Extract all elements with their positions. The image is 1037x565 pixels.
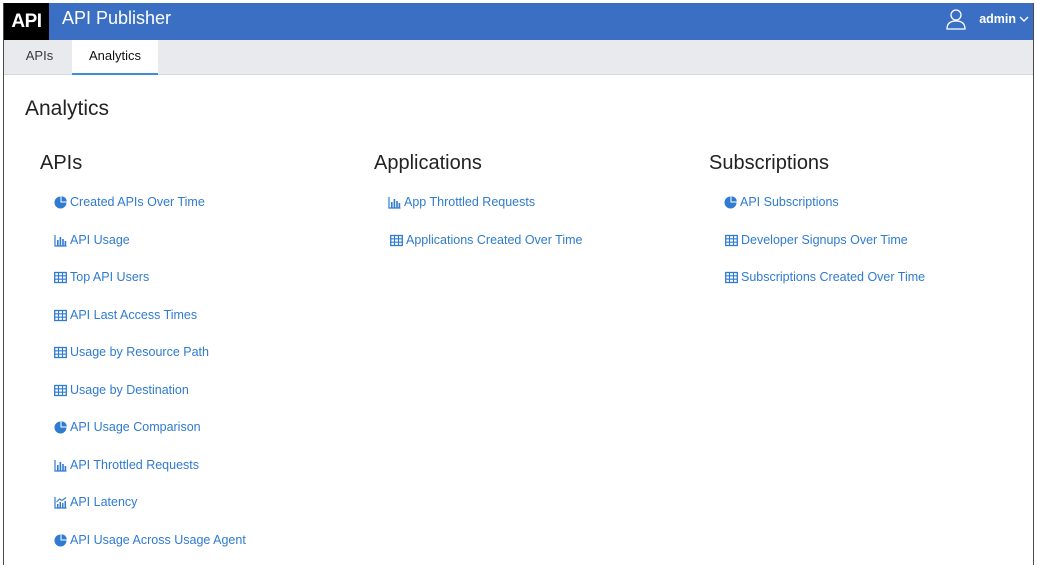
top-bar: API API Publisher admin	[4, 3, 1033, 40]
line-chart-icon	[54, 496, 67, 509]
table-icon	[54, 309, 67, 321]
link-label[interactable]: API Throttled Requests	[70, 458, 199, 472]
link-label[interactable]: API Latency	[70, 495, 137, 509]
table-icon	[390, 234, 403, 246]
page-title: Analytics	[25, 97, 110, 120]
chevron-down-icon[interactable]	[1019, 14, 1029, 24]
table-icon	[54, 271, 67, 283]
link-label[interactable]: API Usage Across Usage Agent	[70, 533, 246, 547]
user-name[interactable]: admin	[979, 12, 1016, 26]
link-label[interactable]: API Subscriptions	[740, 195, 839, 209]
link-api-usage-comparison[interactable]: API Usage Comparison	[54, 420, 201, 434]
link-api-last-access-times[interactable]: API Last Access Times	[54, 308, 197, 322]
api-logo: API	[4, 3, 49, 40]
link-usage-by-destination[interactable]: Usage by Destination	[54, 383, 189, 397]
link-api-usage-across-usage-agent[interactable]: API Usage Across Usage Agent	[54, 533, 246, 547]
link-applications-created-over-time[interactable]: Applications Created Over Time	[390, 233, 582, 247]
tab-apis[interactable]: APIs	[12, 40, 67, 75]
link-label[interactable]: Top API Users	[70, 270, 149, 284]
app-title: API Publisher	[62, 8, 172, 28]
pie-chart-icon	[724, 195, 737, 208]
link-label[interactable]: Created APIs Over Time	[70, 195, 205, 209]
link-label[interactable]: Subscriptions Created Over Time	[741, 270, 925, 284]
tab-bar: APIs Analytics	[4, 40, 1033, 75]
link-label[interactable]: Developer Signups Over Time	[741, 233, 908, 247]
link-app-throttled-requests[interactable]: App Throttled Requests	[388, 195, 535, 209]
link-label[interactable]: API Usage	[70, 233, 130, 247]
link-api-usage[interactable]: API Usage	[54, 233, 130, 247]
section-title-subscriptions: Subscriptions	[709, 152, 830, 174]
table-icon	[54, 384, 67, 396]
link-label[interactable]: Usage by Destination	[70, 383, 189, 397]
link-label[interactable]: API Last Access Times	[70, 308, 197, 322]
user-menu[interactable]: admin	[945, 3, 1033, 40]
table-icon	[725, 234, 738, 246]
section-title-applications: Applications	[374, 152, 482, 174]
table-icon	[54, 346, 67, 358]
link-api-subscriptions[interactable]: API Subscriptions	[724, 195, 839, 209]
section-title-apis: APIs	[40, 152, 83, 174]
link-usage-by-resource-path[interactable]: Usage by Resource Path	[54, 345, 209, 359]
bar-chart-icon	[54, 459, 67, 472]
link-label[interactable]: API Usage Comparison	[70, 420, 201, 434]
link-developer-signups-over-time[interactable]: Developer Signups Over Time	[725, 233, 908, 247]
link-created-apis-over-time[interactable]: Created APIs Over Time	[54, 195, 205, 209]
link-api-throttled-requests[interactable]: API Throttled Requests	[54, 458, 199, 472]
link-api-latency[interactable]: API Latency	[54, 495, 137, 509]
link-top-api-users[interactable]: Top API Users	[54, 270, 149, 284]
pie-chart-icon	[54, 533, 67, 546]
table-icon	[725, 271, 738, 283]
link-label[interactable]: App Throttled Requests	[404, 195, 535, 209]
link-label[interactable]: Usage by Resource Path	[70, 345, 209, 359]
tab-analytics[interactable]: Analytics	[72, 40, 158, 75]
app-frame: API API Publisher admin APIs Analytics A…	[3, 3, 1034, 565]
pie-chart-icon	[54, 195, 67, 208]
link-subscriptions-created-over-time[interactable]: Subscriptions Created Over Time	[725, 270, 925, 284]
link-label[interactable]: Applications Created Over Time	[406, 233, 582, 247]
pie-chart-icon	[54, 420, 67, 433]
bar-chart-icon	[54, 234, 67, 247]
bar-chart-icon	[388, 196, 401, 209]
user-icon	[946, 8, 966, 30]
